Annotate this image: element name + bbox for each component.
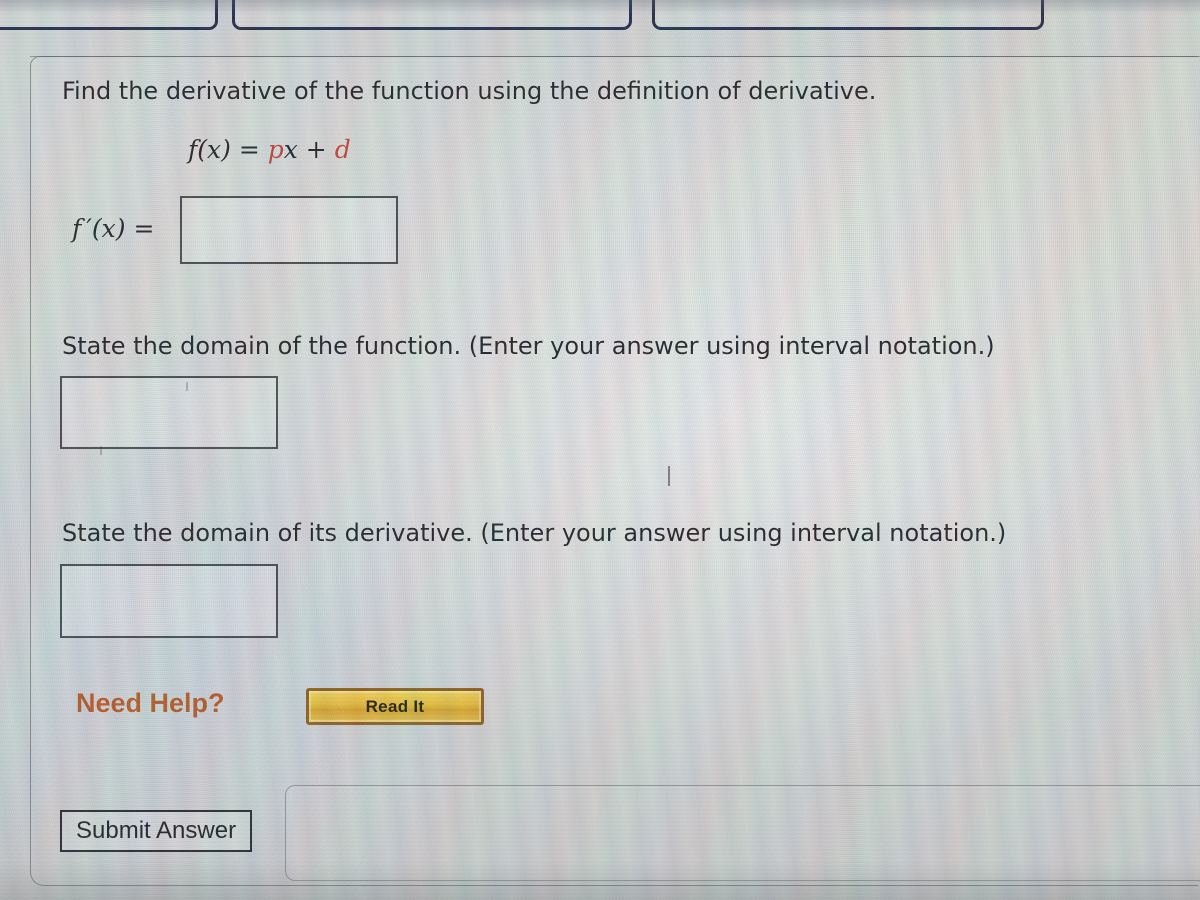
function-formula: f(x) = px + d xyxy=(188,135,351,164)
ask-your-teacher-button[interactable]: ASK YOUR TEACHER xyxy=(232,0,632,30)
panel-top-divider xyxy=(30,56,1200,57)
domain-function-answer-input[interactable] xyxy=(60,376,278,449)
domain-derivative-answer-input[interactable] xyxy=(60,564,278,638)
my-notes-button[interactable]: MY NOTES xyxy=(0,0,218,30)
submit-answer-button-label: Submit Answer xyxy=(76,817,237,844)
submit-panel xyxy=(285,785,1200,881)
read-it-button[interactable]: Read It xyxy=(306,688,484,725)
formula-plus: + xyxy=(305,135,327,164)
formula-variable: x xyxy=(283,135,298,164)
formula-equals: = xyxy=(238,135,260,164)
derivative-label: f ′(x) = xyxy=(72,214,155,243)
domain-derivative-prompt: State the domain of its derivative. (Ent… xyxy=(62,519,1007,547)
derivative-answer-input[interactable] xyxy=(180,196,398,264)
need-help-label: Need Help? xyxy=(76,688,225,718)
question-toolbar: MY NOTES ASK YOUR TEACHER PRACTICE ANOTH… xyxy=(0,0,1200,38)
practice-another-button[interactable]: PRACTICE ANOTHER xyxy=(652,0,1044,30)
read-it-button-label: Read It xyxy=(365,696,425,716)
domain-function-prompt: State the domain of the function. (Enter… xyxy=(62,332,995,360)
formula-lhs: f(x) xyxy=(188,135,231,164)
formula-coefficient: p xyxy=(267,135,284,164)
photographed-screen: MY NOTES ASK YOUR TEACHER PRACTICE ANOTH… xyxy=(0,0,1200,900)
formula-constant: d xyxy=(334,135,351,164)
submit-answer-button[interactable]: Submit Answer xyxy=(60,810,253,852)
question-prompt: Find the derivative of the function usin… xyxy=(62,77,877,105)
question-panel xyxy=(30,56,1198,886)
